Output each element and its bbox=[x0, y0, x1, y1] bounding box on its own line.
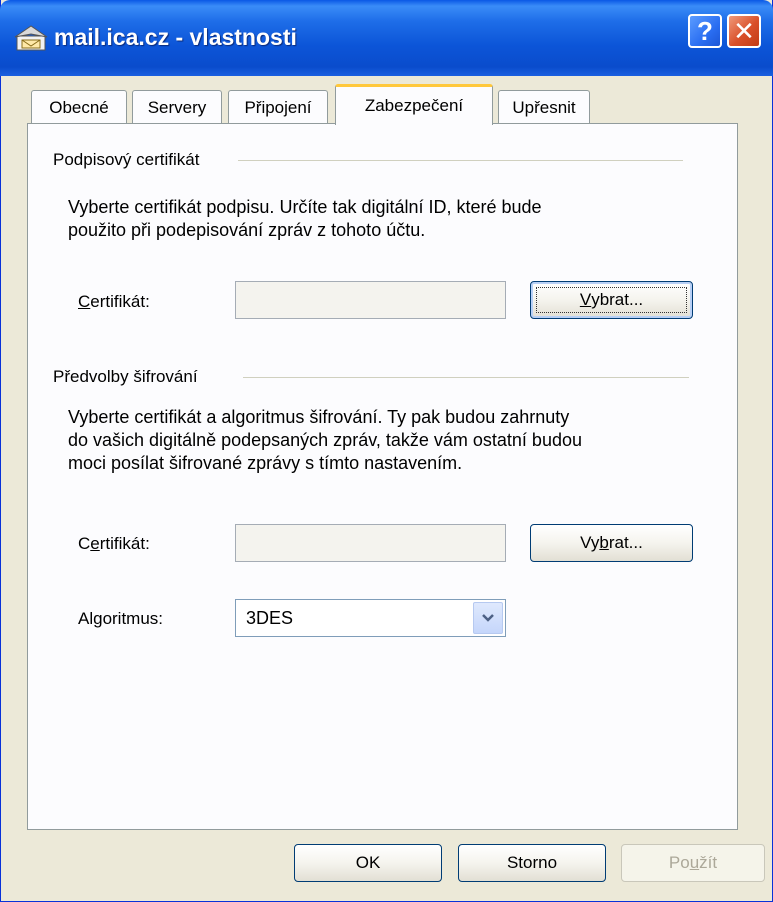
chevron-down-icon[interactable] bbox=[473, 602, 503, 634]
signing-select-button[interactable]: Vybrat... bbox=[530, 281, 693, 319]
encryption-select-button[interactable]: Vy b rat... bbox=[530, 524, 693, 562]
encryption-cert-label: Certifikát: bbox=[78, 534, 150, 553]
tab-security[interactable]: Zabezpečení bbox=[335, 84, 493, 125]
signing-description-line1: Vyberte certifikát podpisu. Určíte tak d… bbox=[68, 197, 542, 217]
signing-group-divider bbox=[238, 160, 683, 161]
properties-dialog: mail.ica.cz - vlastnosti ? ✕ Obecné Serv… bbox=[0, 0, 773, 902]
cancel-button[interactable]: Storno bbox=[458, 844, 606, 882]
algorithm-label: Algoritmus: bbox=[78, 609, 164, 628]
signing-cert-field[interactable] bbox=[235, 281, 506, 319]
title-bar[interactable]: mail.ica.cz - vlastnosti ? ✕ bbox=[0, 0, 773, 76]
encryption-description-line3: moci posílat šifrované zprávy s tímto na… bbox=[68, 453, 463, 473]
encryption-cert-field[interactable] bbox=[235, 524, 506, 562]
apply-button[interactable]: Po u žít bbox=[621, 844, 765, 882]
ok-button[interactable]: OK bbox=[294, 844, 442, 882]
tab-connection[interactable]: Připojení bbox=[228, 90, 328, 124]
algorithm-dropdown[interactable]: 3DES bbox=[235, 599, 506, 637]
tab-general[interactable]: Obecné bbox=[31, 90, 127, 124]
algorithm-selected-value: 3DES bbox=[246, 607, 294, 628]
encryption-description-line1: Vyberte certifikát a algoritmus šifrován… bbox=[68, 407, 570, 427]
encryption-description-line2: do vašich digitálně podepsaných zpráv, t… bbox=[68, 430, 582, 450]
close-button[interactable]: ✕ bbox=[727, 14, 761, 48]
signing-description-line2: použito při podepisování zpráv z tohoto … bbox=[68, 220, 426, 240]
tab-servers[interactable]: Servery bbox=[132, 90, 222, 124]
tab-advanced[interactable]: Upřesnit bbox=[498, 90, 590, 124]
help-button[interactable]: ? bbox=[688, 14, 722, 48]
signing-group-label: Podpisový certifikát bbox=[53, 150, 206, 170]
encryption-group-divider bbox=[243, 377, 689, 378]
security-tab-panel: Podpisový certifikát Vyberte certifikát … bbox=[27, 123, 738, 830]
signing-cert-label: Certifikát: bbox=[78, 292, 150, 311]
window-title: mail.ica.cz - vlastnosti bbox=[54, 24, 297, 50]
mail-account-icon bbox=[14, 22, 48, 52]
encryption-group-label: Předvolby šifrování bbox=[53, 367, 204, 387]
